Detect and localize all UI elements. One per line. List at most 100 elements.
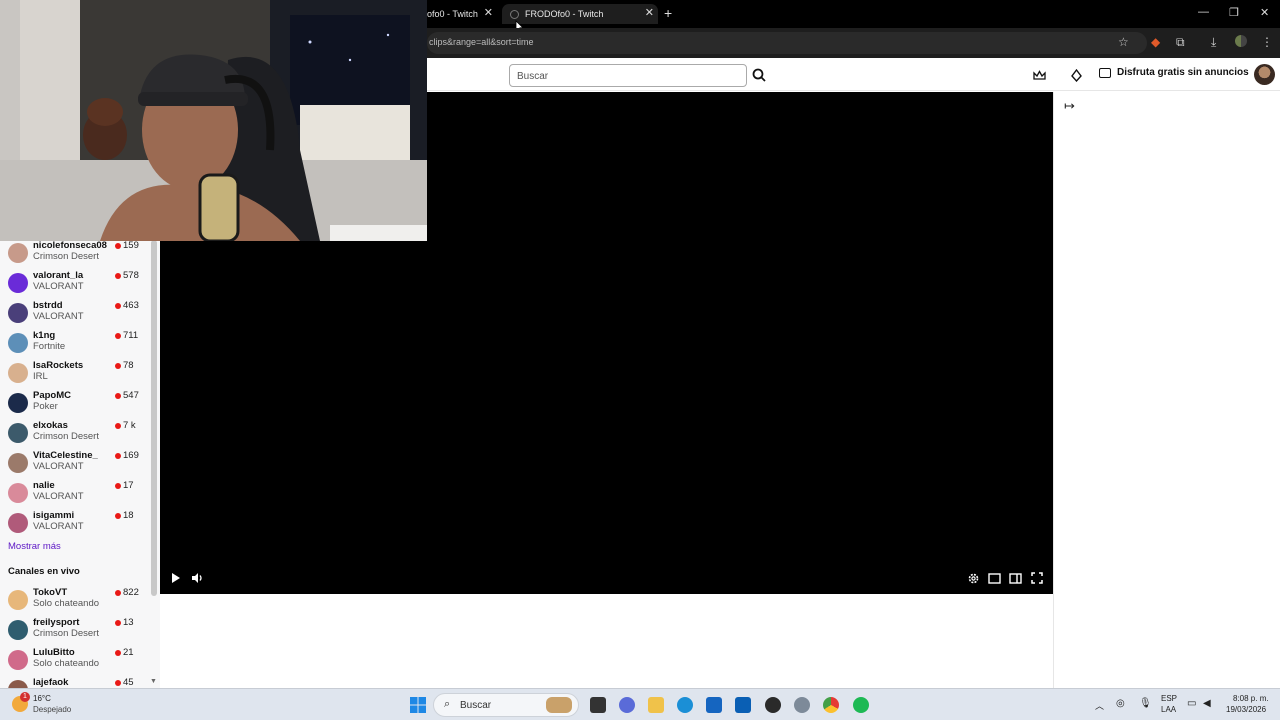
viewer-count: 21 xyxy=(123,647,134,658)
window-close-icon[interactable]: ✕ xyxy=(1260,6,1269,19)
app-icon[interactable] xyxy=(765,697,781,713)
language-indicator[interactable]: ESP xyxy=(1161,694,1177,703)
copilot-icon[interactable] xyxy=(619,697,635,713)
fullscreen-icon xyxy=(1031,572,1043,584)
spotify-icon[interactable] xyxy=(853,697,869,713)
clock-time[interactable]: 8:08 p. m. xyxy=(1233,694,1269,703)
sidebar-channel-row[interactable]: bstrdd VALORANT 463 xyxy=(0,300,148,330)
viewer-count: 78 xyxy=(123,360,134,371)
tab-title: FRODOfo0 - Twitch xyxy=(525,9,604,19)
browser-profile-icon[interactable] xyxy=(1235,35,1247,47)
outlook-icon[interactable] xyxy=(735,697,751,713)
scroll-down-arrow-icon[interactable]: ▼ xyxy=(150,678,157,685)
tab-favicon-icon xyxy=(510,9,519,19)
weather-temp: 16°C xyxy=(33,694,51,703)
adfree-button[interactable]: Disfruta gratis sin anuncios xyxy=(1099,67,1249,78)
sidebar-channel-row[interactable]: PapoMC Poker 547 xyxy=(0,390,148,420)
sidebar-channel-row[interactable]: isigammi VALORANT 18 xyxy=(0,510,148,540)
sidebar-channel-row[interactable]: valorant_la VALORANT 578 xyxy=(0,270,148,300)
extensions-puzzle-icon[interactable]: ⧉ xyxy=(1176,35,1185,50)
task-view-icon[interactable] xyxy=(590,697,606,713)
sidebar-scrollbar[interactable] xyxy=(151,240,157,596)
expand-panel-icon[interactable]: ↦ xyxy=(1064,98,1075,114)
adfree-icon xyxy=(1099,67,1111,78)
volume-button[interactable] xyxy=(190,571,204,585)
channel-name: elxokas xyxy=(33,420,68,431)
download-icon[interactable]: ⤓ xyxy=(1211,35,1216,50)
store-icon[interactable] xyxy=(706,697,722,713)
channel-name: valorant_la xyxy=(33,270,84,281)
chrome-icon[interactable] xyxy=(823,697,839,713)
taskbar-search[interactable]: ⌕ Buscar xyxy=(433,693,579,717)
channel-category: Solo chateando xyxy=(33,598,100,609)
sidebar-channel-row[interactable]: TokoVT Solo chateando 822 xyxy=(0,587,148,617)
channel-category: IRL xyxy=(33,371,48,382)
live-indicator-icon xyxy=(115,620,121,626)
viewer-count: 547 xyxy=(123,390,139,401)
theatre-icon xyxy=(987,572,1001,584)
channel-avatar xyxy=(8,483,28,503)
tab-title: ofo0 - Twitch xyxy=(427,9,478,19)
browser-tab-active[interactable]: FRODOfo0 - Twitch ✕ xyxy=(502,4,658,24)
taskbar-search-label: Buscar xyxy=(460,700,492,711)
new-tab-icon[interactable]: + xyxy=(664,5,672,21)
user-avatar[interactable] xyxy=(1254,64,1275,85)
sidebar-channel-row[interactable]: elxokas Crimson Desert 7 k xyxy=(0,420,148,450)
microphone-icon[interactable]: 🎙 xyxy=(1139,698,1152,709)
sidebar-channel-row[interactable]: k1ng Fortnite 711 xyxy=(0,330,148,360)
clock-date: 19/03/2026 xyxy=(1226,705,1267,714)
network-icon[interactable]: ▭ xyxy=(1187,698,1196,709)
bookmark-star-icon[interactable]: ☆ xyxy=(1118,35,1129,49)
sidebar-channel-row[interactable]: nicolefonseca08 Crimson Desert 159 xyxy=(0,240,148,270)
channel-name: nicolefonseca08 xyxy=(33,240,107,251)
channel-category: VALORANT xyxy=(33,521,84,532)
show-more-link[interactable]: Mostrar más xyxy=(8,541,61,552)
bits-icon[interactable] xyxy=(1068,67,1084,83)
channel-avatar xyxy=(8,303,28,323)
settings-icon[interactable] xyxy=(794,697,810,713)
settings-button[interactable] xyxy=(966,571,980,585)
channel-category: VALORANT xyxy=(33,281,84,292)
prime-crown-icon[interactable] xyxy=(1031,67,1047,83)
channel-avatar xyxy=(8,273,28,293)
viewer-count: 13 xyxy=(123,617,134,628)
play-icon xyxy=(172,573,180,583)
browser-menu-icon[interactable]: ⋮ xyxy=(1261,35,1273,49)
webcam-image xyxy=(0,0,427,241)
search-button[interactable] xyxy=(748,64,770,86)
sidebar-channel-row[interactable]: nalie VALORANT 17 xyxy=(0,480,148,510)
sidebar-channel-row[interactable]: IsaRockets IRL 78 xyxy=(0,360,148,390)
browser-tab[interactable]: ofo0 - Twitch ✕ xyxy=(427,4,497,24)
file-explorer-icon[interactable] xyxy=(648,697,664,713)
windows-start-icon[interactable] xyxy=(410,697,426,713)
notification-badge: 1 xyxy=(20,692,30,702)
tab-close-icon[interactable]: ✕ xyxy=(645,6,654,19)
address-bar[interactable]: clips&range=all&sort=time xyxy=(427,32,1147,54)
sidebar-channel-row[interactable]: freilysport Crimson Desert 13 xyxy=(0,617,148,647)
restore-icon[interactable]: ❐ xyxy=(1229,6,1239,19)
edge-icon[interactable] xyxy=(677,697,693,713)
channel-category: VALORANT xyxy=(33,461,84,472)
channel-name: bstrdd xyxy=(33,300,63,311)
search-icon: ⌕ xyxy=(444,698,451,710)
theatre-mode-button[interactable] xyxy=(987,571,1001,585)
channel-category: VALORANT xyxy=(33,491,84,502)
live-indicator-icon xyxy=(115,333,121,339)
channel-category: Crimson Desert xyxy=(33,251,99,262)
viewer-count: 711 xyxy=(123,330,139,341)
sidebar-channel-row[interactable]: LuluBitto Solo chateando 21 xyxy=(0,647,148,677)
minimize-icon[interactable]: — xyxy=(1198,6,1209,18)
fullscreen-button[interactable] xyxy=(1030,571,1044,585)
channel-avatar xyxy=(8,590,28,610)
keyboard-layout: LAA xyxy=(1161,705,1177,714)
tray-app-icon[interactable]: ◎ xyxy=(1116,698,1125,709)
speaker-icon[interactable]: ◀ xyxy=(1203,698,1211,709)
search-input[interactable]: Buscar xyxy=(509,64,747,87)
tray-chevron-icon[interactable]: ︿ xyxy=(1095,699,1104,712)
extension-icon[interactable]: ◆ xyxy=(1151,35,1160,49)
live-indicator-icon xyxy=(115,680,121,686)
sidebar-channel-row[interactable]: VitaCelestine_ VALORANT 169 xyxy=(0,450,148,480)
side-panel-button[interactable] xyxy=(1008,571,1022,585)
play-button[interactable] xyxy=(169,571,183,585)
tab-close-icon[interactable]: ✕ xyxy=(484,6,493,19)
